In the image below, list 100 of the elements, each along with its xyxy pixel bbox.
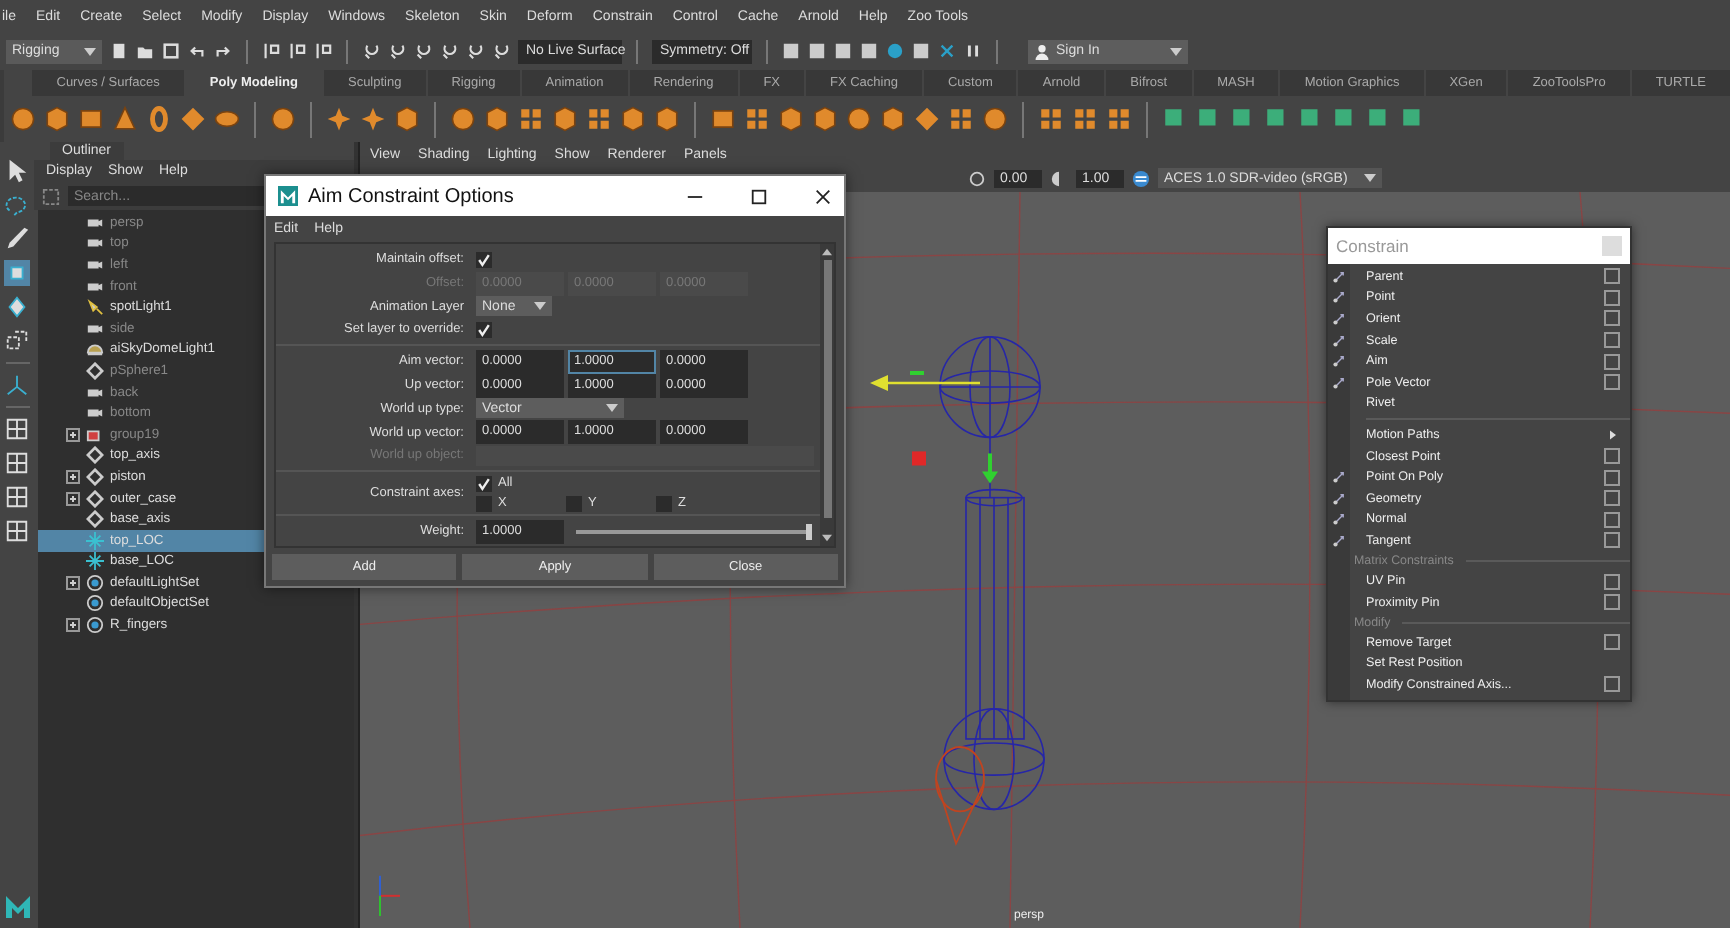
cube-icon[interactable] (812, 106, 839, 132)
close-icon[interactable] (814, 187, 832, 205)
cube-icon[interactable] (44, 106, 71, 132)
layout-icon[interactable] (4, 416, 30, 442)
clapperboard-icon[interactable] (782, 42, 800, 60)
option-box[interactable] (1604, 310, 1620, 327)
undo-icon[interactable] (188, 42, 206, 60)
option-box[interactable] (1604, 332, 1620, 349)
expand-icon[interactable] (66, 618, 80, 633)
magnet-icon[interactable] (492, 42, 510, 60)
magnet-icon[interactable] (388, 42, 406, 60)
select-icon[interactable] (314, 42, 332, 60)
option-box[interactable] (1604, 634, 1620, 651)
exposure-icon[interactable] (968, 169, 986, 187)
option-box[interactable] (1604, 676, 1620, 693)
grid-icon[interactable] (1072, 106, 1099, 132)
grid-icon[interactable] (1038, 106, 1065, 132)
grid-icon[interactable] (948, 106, 975, 132)
clapperboard-icon[interactable] (912, 42, 930, 60)
diamond-icon[interactable] (914, 106, 941, 132)
cylinder-icon[interactable] (710, 106, 737, 132)
scroll-up-icon[interactable] (822, 248, 832, 256)
option-box[interactable] (1604, 469, 1620, 486)
cube-icon[interactable] (620, 106, 647, 132)
option-box[interactable] (1604, 532, 1620, 549)
expand-icon[interactable] (66, 427, 80, 442)
sphere-icon[interactable] (846, 106, 873, 132)
sphere-icon[interactable] (270, 106, 297, 132)
option-box[interactable] (1604, 374, 1620, 391)
cone-icon[interactable] (112, 106, 139, 132)
new-file-icon[interactable] (110, 42, 128, 60)
select-icon[interactable] (262, 42, 280, 60)
magnet-icon[interactable] (466, 42, 484, 60)
checkbox[interactable] (656, 495, 672, 511)
cube-icon[interactable] (880, 106, 907, 132)
grid-icon[interactable] (1106, 106, 1133, 132)
folder-icon[interactable] (136, 42, 154, 60)
filter-icon[interactable] (42, 187, 60, 205)
move-icon[interactable] (4, 260, 30, 286)
option-box[interactable] (1604, 353, 1620, 370)
star-icon[interactable] (360, 106, 387, 132)
brush-icon[interactable] (4, 226, 30, 252)
option-box[interactable] (1604, 490, 1620, 507)
expand-icon[interactable] (66, 575, 80, 590)
option-box[interactable] (1604, 511, 1620, 528)
locator-icon (86, 552, 104, 571)
option-box[interactable] (1604, 573, 1620, 590)
grid-icon[interactable] (744, 106, 771, 132)
disc-icon[interactable] (214, 106, 241, 132)
option-box[interactable] (1604, 448, 1620, 465)
checkbox[interactable] (476, 321, 492, 338)
redo-icon[interactable] (214, 42, 232, 60)
text-field[interactable] (476, 445, 814, 466)
scale-icon[interactable] (4, 328, 30, 354)
option-box[interactable] (1604, 268, 1620, 285)
expand-icon[interactable] (66, 491, 80, 506)
color-management-icon[interactable] (1132, 169, 1150, 187)
clapperboard-icon[interactable] (834, 42, 852, 60)
layout-icon[interactable] (4, 484, 30, 510)
camera-icon (86, 234, 104, 253)
diamond-icon[interactable] (180, 106, 207, 132)
sphere-icon[interactable] (450, 106, 477, 132)
sphere-icon[interactable] (10, 106, 37, 132)
sphere-icon[interactable] (886, 42, 904, 60)
cube-icon[interactable] (394, 106, 421, 132)
torus-icon[interactable] (146, 106, 173, 132)
option-box[interactable] (1604, 594, 1620, 611)
cube-icon[interactable] (778, 106, 805, 132)
scroll-down-icon[interactable] (822, 534, 832, 542)
scrollbar[interactable] (820, 244, 834, 546)
magnet-icon[interactable] (440, 42, 458, 60)
clapperboard-icon[interactable] (860, 42, 878, 60)
magnet-icon[interactable] (414, 42, 432, 60)
expand-icon[interactable] (66, 469, 80, 484)
cylinder-icon[interactable] (78, 106, 105, 132)
checkbox[interactable] (476, 495, 492, 511)
save-icon[interactable] (162, 42, 180, 60)
maximize-icon[interactable] (750, 187, 768, 205)
grid-icon[interactable] (586, 106, 613, 132)
layout-icon[interactable] (4, 450, 30, 476)
lasso-icon[interactable] (4, 192, 30, 218)
scissors-icon[interactable] (938, 42, 956, 60)
select-arrow-icon[interactable] (4, 158, 30, 184)
checkbox[interactable] (476, 251, 492, 268)
clapperboard-icon[interactable] (808, 42, 826, 60)
grid-icon[interactable] (518, 106, 545, 132)
option-box[interactable] (1604, 289, 1620, 306)
cube-icon[interactable] (654, 106, 681, 132)
layout-icon[interactable] (4, 518, 30, 544)
select-icon[interactable] (288, 42, 306, 60)
checkbox[interactable] (566, 495, 582, 511)
rotate-icon[interactable] (4, 294, 30, 320)
cube-icon[interactable] (484, 106, 511, 132)
magnet-icon[interactable] (362, 42, 380, 60)
star-icon[interactable] (326, 106, 353, 132)
cube-icon[interactable] (552, 106, 579, 132)
pause-icon[interactable] (964, 42, 982, 60)
checkbox[interactable] (476, 475, 492, 491)
sphere-icon[interactable] (982, 106, 1009, 132)
axes-icon[interactable] (4, 372, 30, 398)
